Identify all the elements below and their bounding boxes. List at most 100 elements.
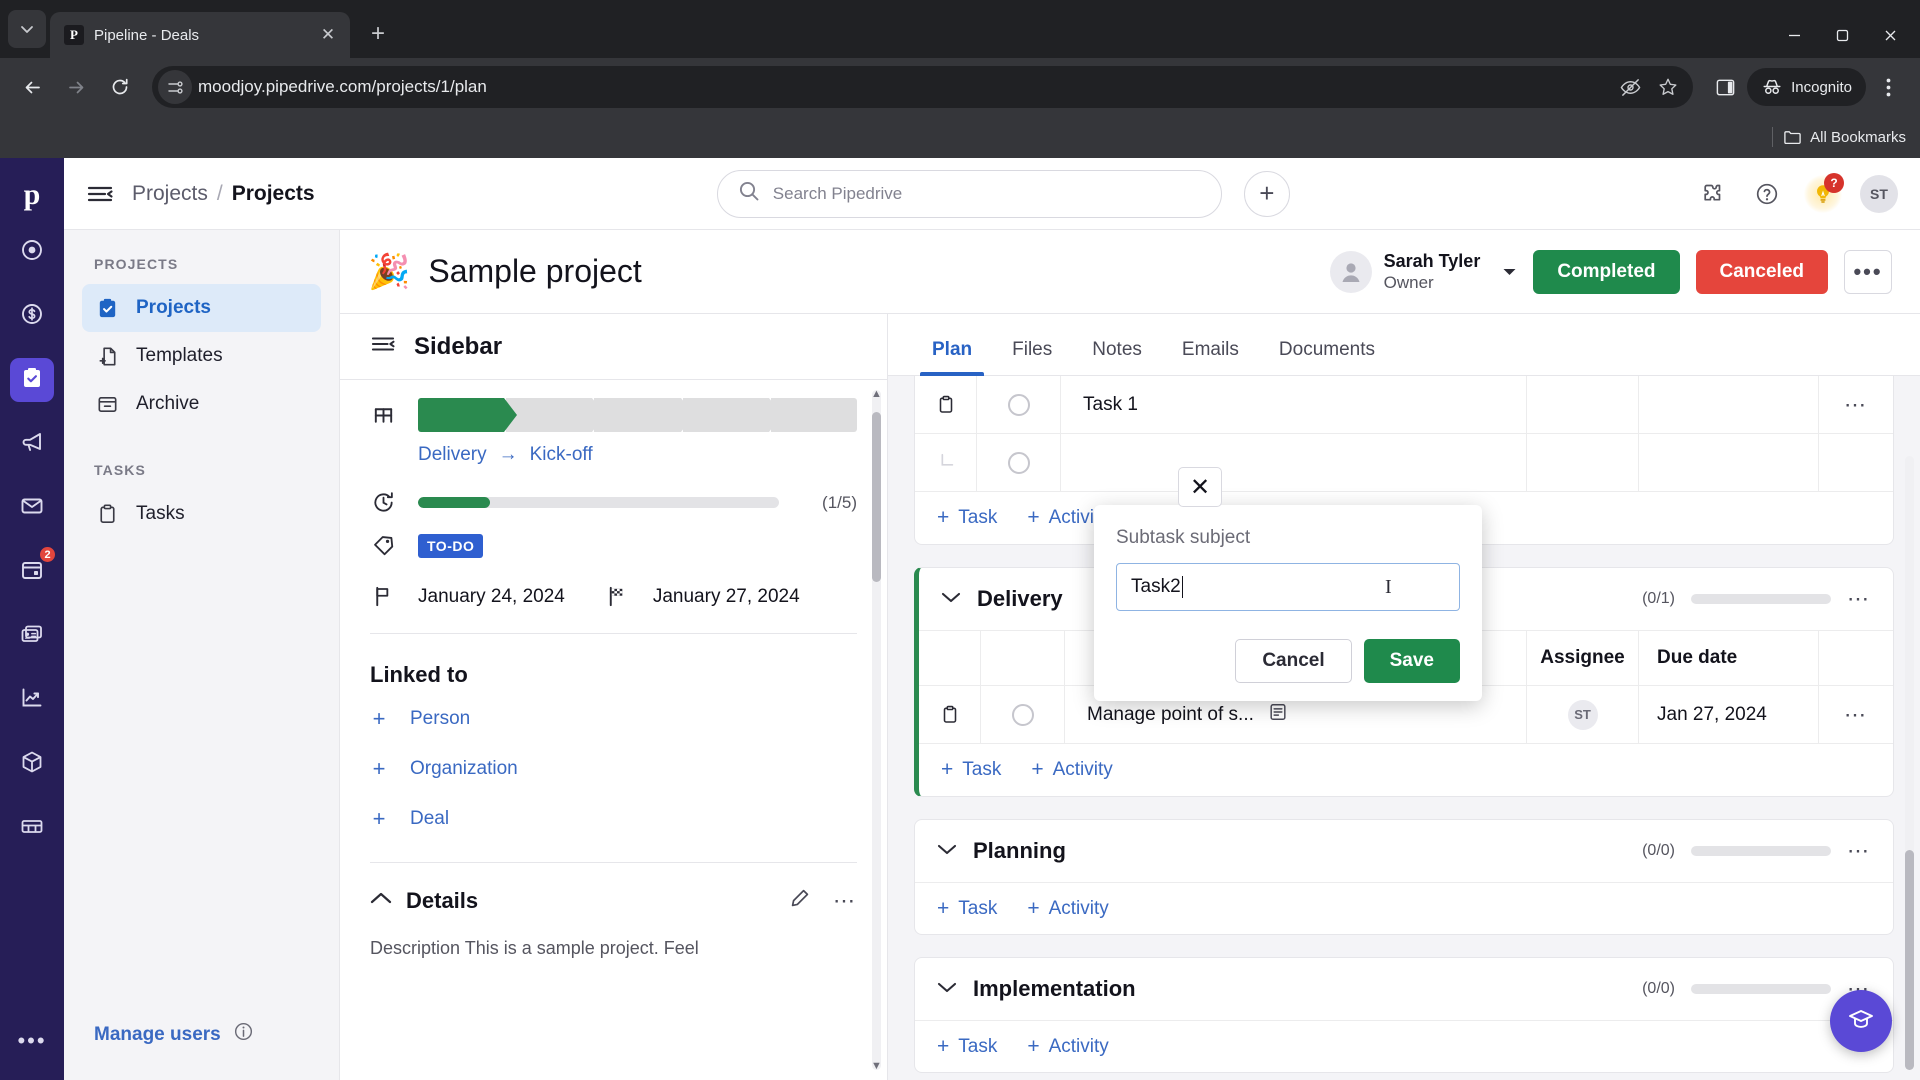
group-more-icon[interactable]: ⋯ bbox=[1847, 838, 1871, 864]
task-complete-toggle[interactable] bbox=[977, 376, 1061, 433]
table-row[interactable] bbox=[915, 434, 1893, 492]
rail-item-projects[interactable] bbox=[10, 358, 54, 402]
new-tab-button[interactable]: + bbox=[360, 16, 396, 52]
tab-notes[interactable]: Notes bbox=[1072, 339, 1162, 375]
phase-to-label[interactable]: Kick-off bbox=[530, 444, 593, 466]
add-activity-link[interactable]: + Activity bbox=[1027, 1035, 1108, 1059]
tab-plan[interactable]: Plan bbox=[912, 339, 992, 376]
task-note-icon[interactable] bbox=[1268, 702, 1288, 728]
sidebar-item-templates[interactable]: Templates bbox=[82, 332, 321, 380]
add-task-link[interactable]: + Task bbox=[937, 1035, 997, 1059]
chevron-down-icon[interactable] bbox=[937, 841, 957, 861]
window-close-button[interactable] bbox=[1866, 12, 1914, 58]
quick-add-button[interactable]: + bbox=[1243, 170, 1290, 217]
canceled-button[interactable]: Canceled bbox=[1695, 249, 1828, 294]
onboarding-academy-button[interactable] bbox=[1830, 990, 1892, 1052]
group-more-icon[interactable]: ⋯ bbox=[1847, 586, 1871, 612]
browser-tab[interactable]: P Pipeline - Deals ✕ bbox=[50, 12, 350, 58]
search-input[interactable]: Search Pipedrive bbox=[716, 169, 1222, 218]
task-due-date[interactable] bbox=[1639, 376, 1819, 433]
manage-users-link[interactable]: Manage users bbox=[82, 1021, 321, 1080]
sidebar-item-tasks[interactable]: Tasks bbox=[82, 490, 321, 538]
link-organization-row[interactable]: + Organization bbox=[370, 744, 857, 794]
task-due-date[interactable]: Jan 27, 2024 bbox=[1639, 686, 1819, 743]
chevron-down-icon[interactable] bbox=[1502, 264, 1517, 280]
pipedrive-logo-icon[interactable]: p bbox=[9, 172, 55, 218]
rail-more-icon[interactable]: ••• bbox=[17, 1028, 46, 1054]
rail-item-deals[interactable] bbox=[10, 294, 54, 338]
scroll-down-icon[interactable]: ▼ bbox=[871, 1060, 882, 1072]
window-maximize-button[interactable] bbox=[1818, 12, 1866, 58]
tab-emails[interactable]: Emails bbox=[1162, 339, 1259, 375]
edit-pencil-icon[interactable] bbox=[789, 887, 811, 914]
address-bar[interactable]: moodjoy.pipedrive.com/projects/1/plan bbox=[152, 66, 1694, 108]
marketplace-puzzle-icon[interactable] bbox=[1692, 175, 1730, 213]
link-person-row[interactable]: + Person bbox=[370, 694, 857, 744]
rail-item-activities[interactable]: 2 bbox=[10, 545, 57, 594]
add-task-link[interactable]: + Task bbox=[937, 506, 997, 530]
stage-1[interactable] bbox=[418, 398, 518, 432]
scroll-up-icon[interactable]: ▲ bbox=[871, 388, 882, 400]
add-task-link[interactable]: + Task bbox=[941, 758, 1001, 782]
help-icon[interactable] bbox=[1748, 175, 1786, 213]
add-task-link[interactable]: + Task bbox=[937, 897, 997, 921]
tab-close-icon[interactable]: ✕ bbox=[316, 23, 340, 47]
chevron-down-icon[interactable] bbox=[937, 979, 957, 999]
stage-2[interactable] bbox=[506, 398, 606, 432]
rail-item-marketplace[interactable] bbox=[10, 806, 54, 850]
stage-3[interactable] bbox=[594, 398, 694, 432]
project-owner[interactable]: Sarah Tyler Owner bbox=[1329, 250, 1518, 294]
sidebar-scrollbar[interactable]: ▲ ▼ bbox=[871, 388, 882, 1072]
subtask-assignee[interactable] bbox=[1527, 434, 1639, 491]
details-section-header[interactable]: Details ⋯ bbox=[370, 863, 857, 924]
subtask-subject-input[interactable]: Task2 I bbox=[1116, 563, 1460, 611]
close-subtask-button[interactable]: ✕ bbox=[1178, 467, 1222, 507]
back-icon[interactable] bbox=[12, 67, 52, 107]
site-settings-icon[interactable] bbox=[158, 70, 192, 104]
cancel-button[interactable]: Cancel bbox=[1235, 639, 1352, 683]
bookmark-star-icon[interactable] bbox=[1651, 70, 1685, 104]
phase-from-label[interactable]: Delivery bbox=[418, 444, 487, 466]
rail-item-leads[interactable] bbox=[10, 230, 54, 274]
project-more-button[interactable]: ••• bbox=[1844, 249, 1892, 294]
link-deal-row[interactable]: + Deal bbox=[370, 794, 857, 844]
tab-search-icon[interactable] bbox=[8, 10, 46, 48]
rail-item-mail[interactable] bbox=[10, 486, 54, 530]
collapse-nav-icon[interactable] bbox=[86, 182, 114, 206]
info-icon[interactable] bbox=[233, 1021, 254, 1048]
collapse-sidebar-icon[interactable] bbox=[370, 333, 396, 360]
task-more-icon[interactable]: ⋯ bbox=[1819, 702, 1893, 728]
subtask-subject[interactable] bbox=[1061, 434, 1527, 491]
add-activity-link[interactable]: + Activity bbox=[1031, 758, 1112, 782]
rail-item-contacts[interactable] bbox=[10, 614, 54, 658]
table-row[interactable]: Task 1 ⋯ bbox=[915, 376, 1893, 434]
details-more-icon[interactable]: ⋯ bbox=[833, 888, 857, 914]
chevron-down-icon[interactable] bbox=[941, 589, 961, 609]
scrollbar-thumb[interactable] bbox=[1905, 850, 1914, 1070]
rail-item-products[interactable] bbox=[10, 742, 54, 786]
phase-progress-stages[interactable] bbox=[418, 398, 858, 432]
stage-5[interactable] bbox=[770, 398, 858, 432]
save-button[interactable]: Save bbox=[1363, 639, 1460, 683]
window-minimize-button[interactable] bbox=[1770, 12, 1818, 58]
rail-item-insights[interactable] bbox=[10, 678, 54, 722]
stage-4[interactable] bbox=[682, 398, 783, 432]
task-more-icon[interactable]: ⋯ bbox=[1819, 392, 1893, 418]
rail-item-campaigns[interactable] bbox=[10, 422, 54, 466]
completed-button[interactable]: Completed bbox=[1533, 249, 1680, 294]
group-header[interactable]: Implementation (0/0) ⋯ bbox=[915, 958, 1893, 1020]
task-subject[interactable]: Task 1 bbox=[1061, 376, 1527, 433]
tab-files[interactable]: Files bbox=[992, 339, 1072, 375]
incognito-indicator[interactable]: Incognito bbox=[1747, 68, 1866, 106]
avatar[interactable]: ST bbox=[1860, 174, 1898, 213]
subtask-due-date[interactable] bbox=[1639, 434, 1819, 491]
chrome-menu-icon[interactable] bbox=[1868, 67, 1908, 107]
side-panel-icon[interactable] bbox=[1705, 67, 1745, 107]
task-assignee[interactable]: ST bbox=[1527, 686, 1639, 743]
start-date[interactable]: January 24, 2024 bbox=[418, 586, 565, 608]
all-bookmarks-button[interactable]: All Bookmarks bbox=[1783, 128, 1906, 147]
sidebar-item-archive[interactable]: Archive bbox=[82, 380, 321, 428]
tab-documents[interactable]: Documents bbox=[1259, 339, 1395, 375]
task-complete-toggle[interactable] bbox=[981, 686, 1065, 743]
chevron-up-icon[interactable] bbox=[370, 891, 392, 910]
